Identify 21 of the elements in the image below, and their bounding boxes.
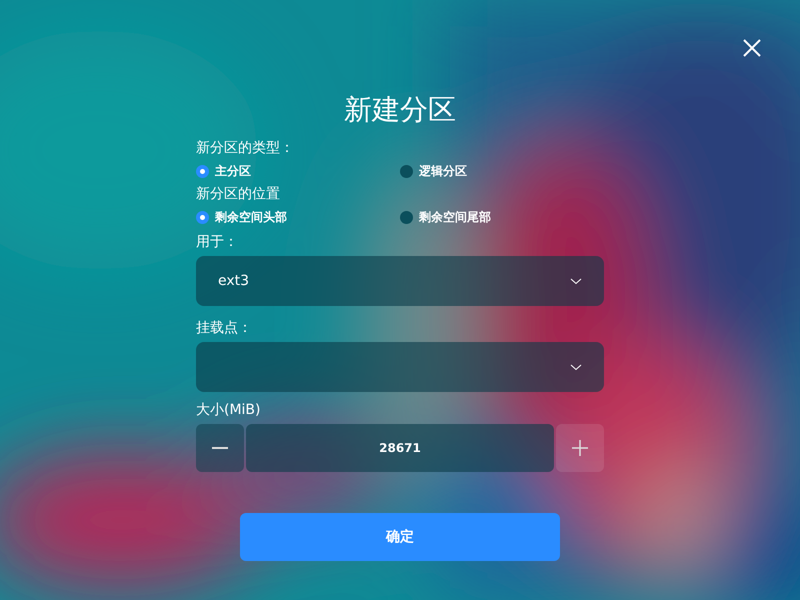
dropdown[interactable] (196, 342, 604, 392)
confirm-button[interactable]: 确定 (240, 513, 560, 561)
radio-option[interactable]: 剩余空间尾部 (400, 208, 604, 226)
increment-button[interactable] (556, 424, 604, 472)
close-icon (743, 39, 761, 57)
decrement-button[interactable] (196, 424, 244, 472)
chevron-down-icon (570, 364, 582, 370)
radio-option[interactable]: 逻辑分区 (400, 162, 604, 180)
field-label: 用于： (196, 233, 239, 252)
minus-icon (212, 447, 228, 449)
dialog-title: 新建分区 (344, 92, 456, 128)
field-label: 挂载点： (196, 319, 253, 338)
field-label: 大小(MiB) (196, 401, 262, 420)
radio-option[interactable]: 主分区 (196, 162, 400, 180)
field-label: 新分区的位置 (196, 185, 281, 204)
size-field[interactable]: 28671 (246, 424, 554, 472)
chevron-down-icon (570, 278, 582, 284)
radio-option[interactable]: 剩余空间头部 (196, 208, 400, 226)
plus-icon (572, 440, 588, 456)
dropdown[interactable]: ext3 (196, 256, 604, 306)
field-label: 新分区的类型： (196, 139, 295, 158)
